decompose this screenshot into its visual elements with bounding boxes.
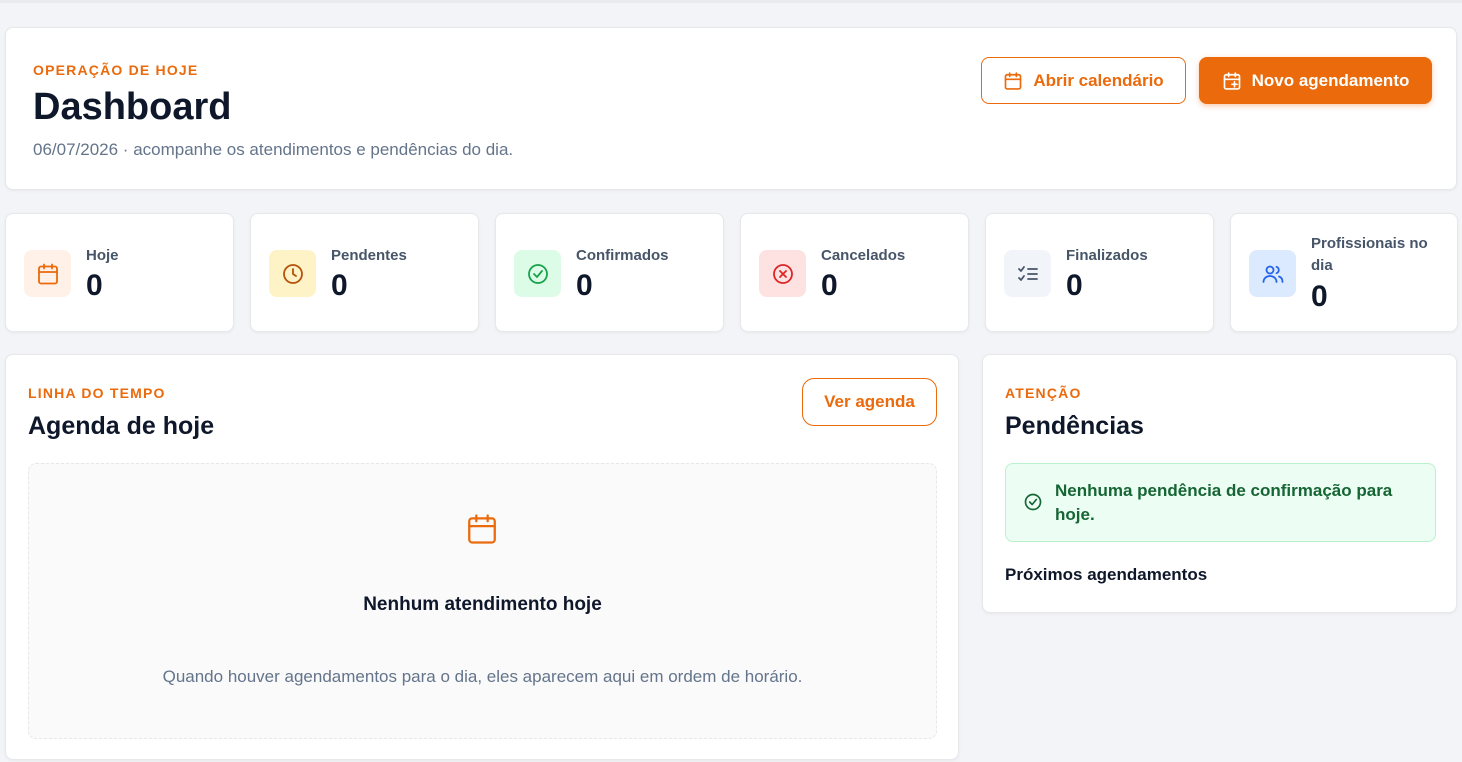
stat-card-confirmados: Confirmados 0: [495, 213, 724, 332]
header-eyebrow: OPERAÇÃO DE HOJE: [33, 62, 199, 78]
page-title: Dashboard: [33, 86, 232, 128]
open-calendar-label: Abrir calendário: [1033, 70, 1164, 90]
stat-card-profissionais: Profissionais no dia 0: [1230, 213, 1458, 332]
stat-icon-box: [269, 250, 316, 297]
empty-state-description: Quando houver agendamentos para o dia, e…: [162, 667, 803, 686]
users-icon: [1262, 265, 1283, 283]
next-appointments-title: Próximos agendamentos: [1005, 565, 1208, 584]
stat-value: 0: [1066, 269, 1083, 302]
stat-label: Cancelados: [821, 247, 906, 264]
calendar-icon: [37, 263, 58, 284]
page-subtitle: 06/07/2026 · acompanhe os atendimentos e…: [33, 140, 514, 159]
new-appointment-label: Novo agendamento: [1251, 70, 1410, 90]
stat-icon-box: [24, 250, 71, 297]
no-pending-notice: Nenhuma pendência de confirmação para ho…: [1005, 463, 1436, 542]
check-circle-icon: [1024, 493, 1042, 511]
view-agenda-button[interactable]: Ver agenda: [802, 378, 937, 426]
notice-text: Nenhuma pendência de confirmação para ho…: [1055, 481, 1393, 524]
empty-state-title: Nenhum atendimento hoje: [363, 594, 602, 615]
stat-label: Finalizados: [1066, 247, 1148, 264]
pendencias-title: Pendências: [1005, 412, 1144, 440]
agenda-eyebrow: LINHA DO TEMPO: [28, 385, 166, 401]
clock-icon: [282, 263, 303, 284]
agenda-title: Agenda de hoje: [28, 412, 215, 440]
open-calendar-button[interactable]: Abrir calendário: [981, 57, 1186, 104]
calendar-plus-icon: [1223, 71, 1240, 90]
calendar-icon: [468, 514, 496, 544]
stat-icon-box: [1249, 250, 1296, 297]
stat-label: Confirmados: [576, 247, 669, 264]
new-appointment-button[interactable]: Novo agendamento: [1199, 57, 1432, 104]
pendencias-card: ATENÇÃO Pendências Nenhuma pendência de …: [982, 354, 1457, 613]
stat-icon-box: [759, 250, 806, 297]
stat-card-cancelados: Cancelados 0: [740, 213, 969, 332]
calendar-icon: [1004, 71, 1022, 90]
stat-card-finalizados: Finalizados 0: [985, 213, 1214, 332]
stat-value: 0: [576, 269, 593, 302]
stat-card-pendentes: Pendentes 0: [250, 213, 479, 332]
stat-label: Hoje: [86, 247, 119, 264]
pendencias-eyebrow: ATENÇÃO: [1005, 385, 1082, 401]
stat-label: Pendentes: [331, 247, 407, 264]
stat-value: 0: [331, 269, 348, 302]
stat-value: 0: [86, 269, 103, 302]
agenda-empty-state: Nenhum atendimento hoje Quando houver ag…: [28, 463, 937, 739]
list-checks-icon: [1017, 265, 1038, 281]
stat-label: Profissionais no dia: [1311, 235, 1428, 274]
check-circle-icon: [527, 263, 548, 284]
stat-icon-box: [514, 250, 561, 297]
agenda-card: LINHA DO TEMPO Agenda de hoje Ver agenda…: [5, 354, 959, 760]
stat-card-hoje: Hoje 0: [5, 213, 234, 332]
stat-value: 0: [1311, 280, 1328, 313]
stat-icon-box: [1004, 250, 1051, 297]
top-divider: [0, 0, 1462, 3]
stat-value: 0: [821, 269, 838, 302]
x-circle-icon: [772, 263, 793, 284]
dashboard-header: OPERAÇÃO DE HOJE Dashboard 06/07/2026 · …: [5, 27, 1457, 190]
